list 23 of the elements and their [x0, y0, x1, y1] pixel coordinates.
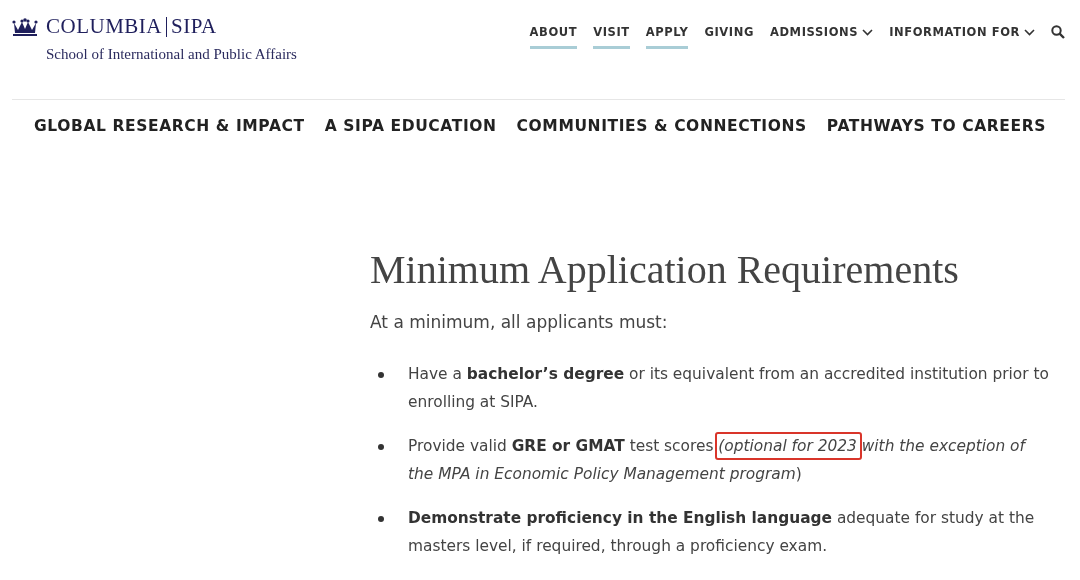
- nav-link[interactable]: COMMUNITIES & CONNECTIONS: [516, 115, 807, 139]
- crown-icon: [12, 17, 38, 36]
- nav-link[interactable]: GLOBAL RESEARCH & IMPACT: [34, 115, 305, 139]
- bullet-icon: [378, 371, 384, 378]
- requirement-text: Demonstrate proficiency in the English language adequate for study at the masters level, if required, through a proficiency exam.: [408, 507, 1036, 557]
- nav-link[interactable]: A SIPA EDUCATION: [324, 115, 497, 139]
- requirement-text: Provide valid GRE or GMAT test scores (optional for 2023 with the exception of the MPA in Economic Policy Management program): [408, 435, 1028, 485]
- nav-link[interactable]: GIVING: [704, 24, 754, 50]
- requirement-text: Have a bachelor’s degree or its equivalent from an accredited institution prior to enrolling at SIPA.: [408, 363, 1050, 413]
- nav-link[interactable]: VISIT: [593, 24, 630, 50]
- search-icon[interactable]: [1051, 25, 1065, 39]
- bullet-icon: [378, 443, 384, 450]
- logo-text[interactable]: SIPA: [171, 16, 217, 37]
- page-heading: Minimum Application Requirements: [370, 246, 960, 295]
- bullet-icon: [378, 515, 384, 522]
- nav-link[interactable]: APPLY: [645, 24, 689, 50]
- nav-link[interactable]: ABOUT: [529, 24, 578, 50]
- logo-subtitle: School of International and Public Affairs: [46, 45, 297, 64]
- logo-text[interactable]: COLUMBIA: [46, 16, 162, 37]
- nav-link[interactable]: ADMISSIONS: [769, 24, 874, 50]
- nav-link[interactable]: PATHWAYS TO CAREERS: [826, 115, 1046, 139]
- nav-link[interactable]: INFORMATION FOR: [889, 24, 1035, 50]
- intro-text: At a minimum, all applicants must:: [370, 311, 669, 335]
